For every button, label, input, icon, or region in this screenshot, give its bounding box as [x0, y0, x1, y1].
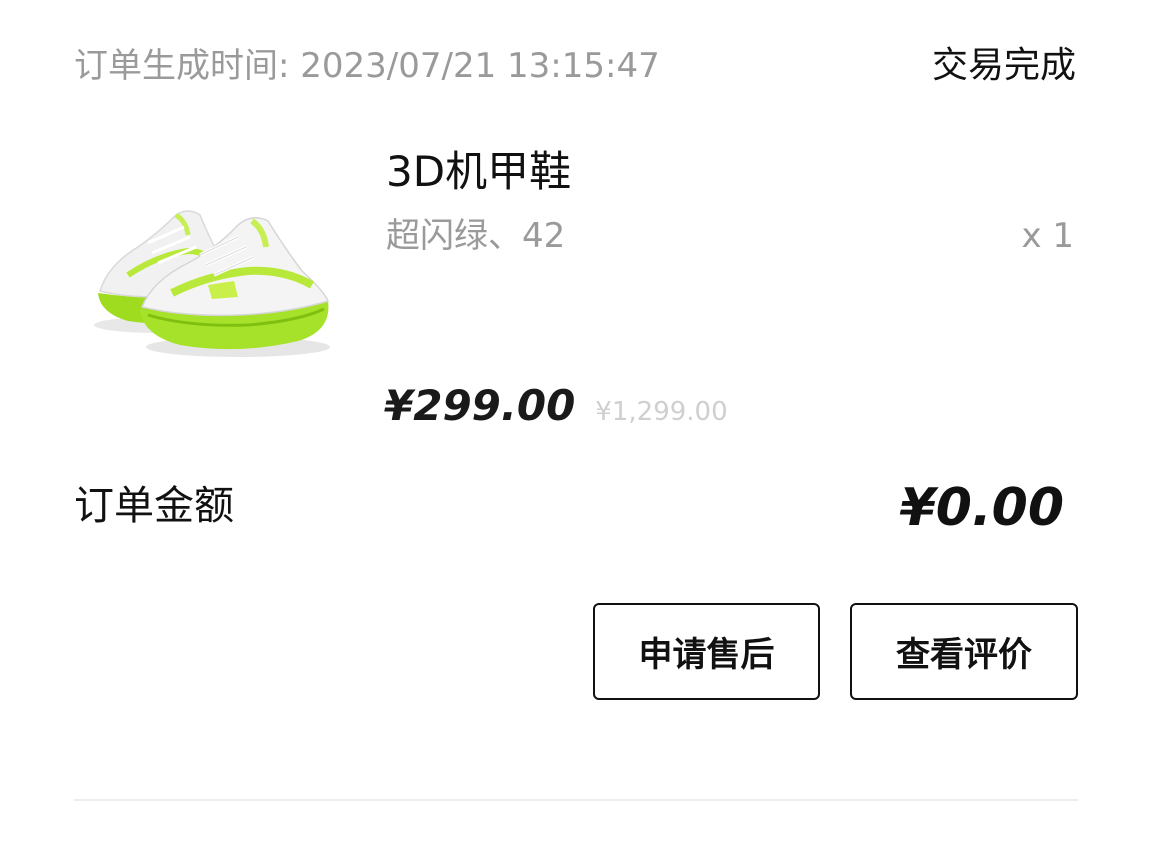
product-image[interactable]	[88, 185, 338, 365]
product-price: ¥299.00	[384, 381, 576, 430]
price-row: ¥299.00 ¥1,299.00	[384, 378, 728, 434]
order-created-time: 订单生成时间: 2023/07/21 13:15:47	[74, 46, 660, 86]
sneaker-icon	[94, 210, 330, 357]
product-variant: 超闪绿、42	[386, 216, 566, 256]
order-status: 交易完成	[931, 45, 1076, 86]
product-name[interactable]: 3D机甲鞋	[386, 145, 571, 199]
divider	[74, 799, 1078, 801]
order-total-value: ¥0.00	[899, 478, 1064, 538]
view-review-button[interactable]: 查看评价	[850, 603, 1078, 700]
order-total-label: 订单金额	[74, 483, 234, 529]
order-card: 订单生成时间: 2023/07/21 13:15:47 交易完成 3D机甲鞋 超…	[0, 0, 1150, 856]
apply-aftersale-button[interactable]: 申请售后	[593, 603, 820, 700]
product-quantity: x 1	[1021, 216, 1074, 256]
product-original-price: ¥1,299.00	[595, 397, 728, 427]
